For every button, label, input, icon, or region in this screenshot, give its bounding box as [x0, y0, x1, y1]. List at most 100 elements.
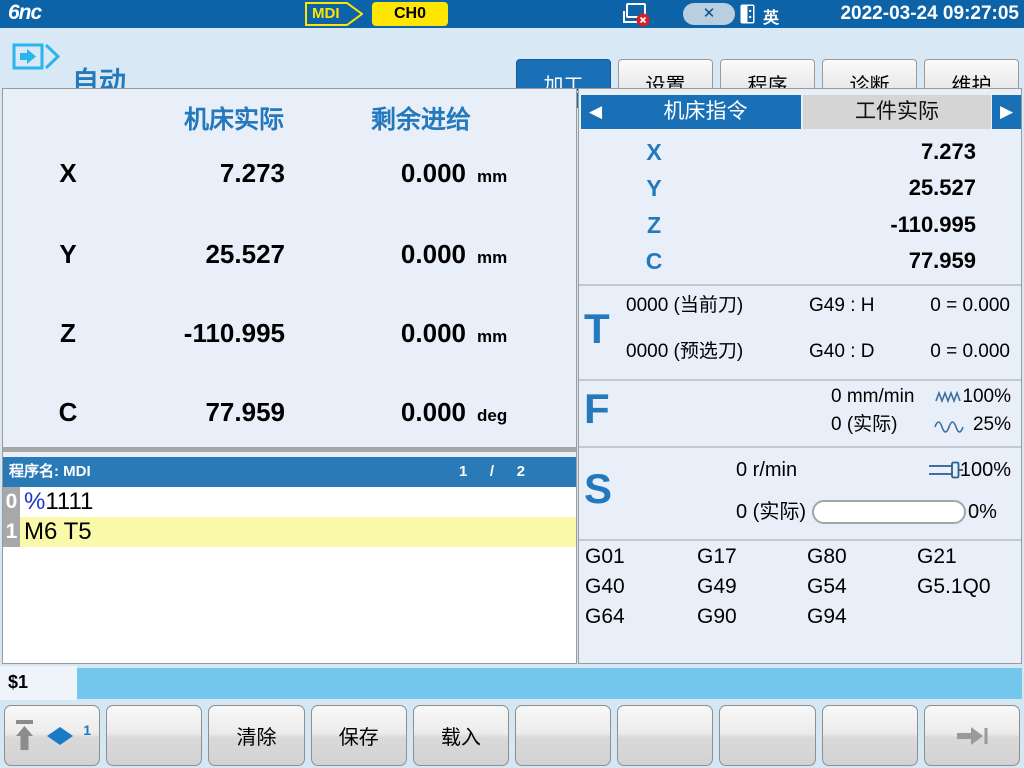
- axis-name: Z: [637, 212, 671, 239]
- gcode: G49: [697, 573, 737, 601]
- channel-button[interactable]: CH0: [372, 2, 448, 26]
- axis-row-y: Y 25.527 0.000 mm: [3, 239, 576, 271]
- comp-value: 0 = 0.000: [930, 292, 1010, 320]
- auto-mode-icon: [12, 43, 60, 71]
- gcode: G80: [807, 543, 847, 571]
- gcode: G17: [697, 543, 737, 571]
- softkey-empty-6[interactable]: [515, 705, 611, 766]
- feed-row-actual: 0 (实际) 25%: [579, 411, 1021, 439]
- datetime-display: 2022-03-24 09:27:05: [840, 3, 1019, 25]
- divider: [579, 284, 1021, 286]
- mdi-badge-label: MDI: [312, 5, 340, 22]
- axis-remaining: 0.000: [309, 158, 466, 189]
- axis-actual: -110.995: [119, 318, 285, 349]
- feed-value: 0 mm/min: [831, 383, 914, 411]
- tab-machine-command[interactable]: 机床指令: [610, 95, 801, 129]
- gcode: G90: [697, 603, 737, 631]
- axis-name: Y: [49, 239, 87, 270]
- language-indicator[interactable]: 英: [763, 4, 779, 28]
- line-indicator: 1 / 2: [459, 457, 525, 487]
- message-bar: [77, 668, 1022, 699]
- coords-pager-right-icon[interactable]: ▶: [992, 95, 1021, 129]
- hnc-logo: 6nc: [8, 1, 41, 25]
- axis-remaining: 0.000: [309, 239, 466, 270]
- axis-row-z: Z -110.995 0.000 mm: [3, 318, 576, 350]
- program-header: 程序名: MDI 1 / 2: [3, 457, 576, 487]
- line-separator: /: [490, 457, 494, 487]
- softkey-empty-9[interactable]: [822, 705, 918, 766]
- axis-name: C: [49, 397, 87, 428]
- line-total: 2: [517, 457, 525, 487]
- code-text: M6 T5: [24, 518, 92, 545]
- softkey-clear[interactable]: 清除: [208, 705, 304, 766]
- softkey-return-top[interactable]: 1: [4, 705, 100, 766]
- gcode: G21: [917, 543, 957, 571]
- coords-pager-left-icon[interactable]: ◀: [581, 95, 610, 129]
- softkey-save[interactable]: 保存: [311, 705, 407, 766]
- axis-unit: mm: [477, 327, 507, 347]
- cmd-axis-row-z: Z -110.995: [579, 212, 1021, 240]
- feed-override-percent: 100%: [947, 383, 1011, 411]
- spindle-row-actual: 0 (实际) 0%: [579, 498, 1021, 526]
- line-current: 1: [459, 457, 467, 487]
- axis-value: 25.527: [756, 175, 976, 201]
- network-error-icon: [620, 2, 652, 28]
- highlighted-code-line: M6 T5: [20, 517, 576, 547]
- softkey-load[interactable]: 载入: [413, 705, 509, 766]
- radius-comp: G40 : D: [809, 338, 874, 366]
- line-number: 1: [3, 517, 20, 547]
- ime-keyboard-icon[interactable]: [740, 4, 755, 24]
- comp-value: 0 = 0.000: [930, 338, 1010, 366]
- tab-workpiece-actual[interactable]: 工件实际: [803, 95, 991, 129]
- cmd-axis-row-c: C 77.959: [579, 248, 1021, 276]
- spindle-speed: 0 r/min: [736, 456, 797, 484]
- spindle-load-bar: [812, 500, 966, 524]
- softkey-badge: 1: [83, 722, 91, 738]
- program-title: 程序名: MDI: [9, 457, 91, 487]
- gcode: G94: [807, 603, 847, 631]
- position-display: 机床实际 剩余进给 X 7.273 0.000 mm Y 25.527 0.00…: [3, 89, 576, 452]
- code-line-0[interactable]: 0 %1111: [3, 487, 576, 517]
- tool-row-current: 0000 (当前刀) G49 : H 0 = 0.000: [579, 292, 1021, 320]
- axis-actual: 7.273: [119, 158, 285, 189]
- gcode: G64: [585, 603, 625, 631]
- code-text: 1111: [45, 488, 93, 515]
- axis-remaining: 0.000: [309, 318, 466, 349]
- gcode-row: G01 G17 G80 G21: [579, 543, 1021, 571]
- axis-name: X: [49, 158, 87, 189]
- divider: [579, 379, 1021, 381]
- axis-value: -110.995: [756, 212, 976, 238]
- gcode: G40: [585, 573, 625, 601]
- axis-row-c: C 77.959 0.000 deg: [3, 397, 576, 429]
- spindle-actual-value: 0 (实际): [736, 498, 806, 526]
- status-panel: ◀ 机床指令 工件实际 ▶ X 7.273 Y 25.527 Z -110.99…: [578, 88, 1022, 664]
- axis-value: 77.959: [756, 248, 976, 274]
- spindle-row-command: 0 r/min 100%: [579, 456, 1021, 484]
- spindle-override-percent: 100%: [947, 456, 1011, 484]
- arrow-up-to-bar-icon: [13, 719, 37, 753]
- gcode: G01: [585, 543, 625, 571]
- softkey-empty-2[interactable]: [106, 705, 202, 766]
- axis-remaining: 0.000: [309, 397, 466, 428]
- mode-mdi-badge: MDI: [305, 2, 363, 26]
- ime-close-icon[interactable]: ✕: [683, 3, 735, 25]
- column-header-actual: 机床实际: [149, 100, 319, 136]
- axis-name: C: [637, 248, 671, 275]
- spindle-load-percent: 0%: [968, 498, 997, 526]
- jog-override-percent: 25%: [947, 411, 1011, 439]
- softkey-empty-7[interactable]: [617, 705, 713, 766]
- softkey-empty-8[interactable]: [719, 705, 815, 766]
- gcode-row: G64 G90 G94: [579, 603, 1021, 631]
- line-number: 0: [3, 487, 20, 517]
- position-program-panel: 机床实际 剩余进给 X 7.273 0.000 mm Y 25.527 0.00…: [2, 88, 577, 664]
- softkey-next-menu[interactable]: [924, 705, 1020, 766]
- code-prefix: %: [24, 488, 45, 515]
- axis-name: Y: [637, 175, 671, 202]
- length-comp: G49 : H: [809, 292, 874, 320]
- code-line-1[interactable]: 1 M6 T5: [3, 517, 576, 547]
- axis-actual: 25.527: [119, 239, 285, 270]
- axis-unit: deg: [477, 406, 507, 426]
- axis-name: Z: [49, 318, 87, 349]
- cmd-axis-row-x: X 7.273: [579, 139, 1021, 167]
- gcode-row: G40 G49 G54 G5.1Q0: [579, 573, 1021, 601]
